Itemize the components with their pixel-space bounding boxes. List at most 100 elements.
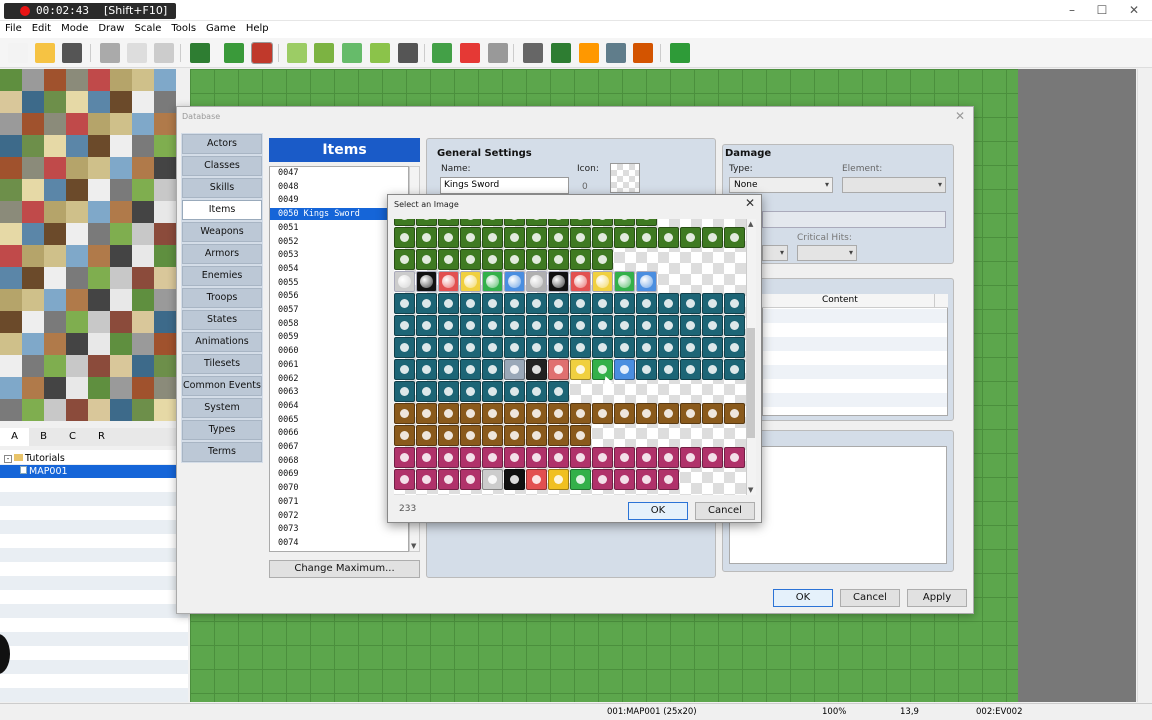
icon-grid[interactable]: [394, 219, 746, 495]
tile[interactable]: [66, 333, 88, 355]
category-animations[interactable]: Animations: [182, 332, 262, 352]
tile[interactable]: [44, 377, 66, 399]
tile[interactable]: [110, 377, 132, 399]
icon-cell[interactable]: [636, 227, 657, 248]
menu-mode[interactable]: Mode: [56, 21, 93, 38]
icon-cell[interactable]: [504, 337, 525, 358]
zoom-out-icon[interactable]: [460, 43, 480, 63]
tile[interactable]: [154, 377, 176, 399]
icon-cell[interactable]: [548, 315, 569, 336]
tile[interactable]: [44, 69, 66, 91]
tile[interactable]: [110, 245, 132, 267]
tile[interactable]: [110, 289, 132, 311]
icon-cell[interactable]: [394, 469, 415, 490]
menu-file[interactable]: File: [0, 21, 27, 38]
tile[interactable]: [154, 289, 176, 311]
item-row[interactable]: 0054: [278, 263, 398, 275]
tile[interactable]: [44, 201, 66, 223]
icon-cell[interactable]: [702, 227, 723, 248]
item-row[interactable]: 0063: [278, 386, 398, 398]
icon-cell[interactable]: [680, 403, 701, 424]
icon-cell[interactable]: [636, 469, 657, 490]
category-states[interactable]: States: [182, 310, 262, 330]
item-row[interactable]: 0056: [278, 290, 398, 302]
icon-cell[interactable]: [416, 271, 437, 292]
icon-cell[interactable]: [416, 447, 437, 468]
item-row[interactable]: 0053: [278, 249, 398, 261]
icon-cell[interactable]: [548, 219, 569, 226]
icon-cell[interactable]: [438, 447, 459, 468]
icon-cell[interactable]: [658, 293, 679, 314]
icon-cell[interactable]: [504, 227, 525, 248]
icon-cell[interactable]: [460, 315, 481, 336]
tile[interactable]: [0, 245, 22, 267]
icon-cell[interactable]: [504, 403, 525, 424]
tile[interactable]: [66, 201, 88, 223]
paste-icon[interactable]: [154, 43, 174, 63]
icon-cell[interactable]: [394, 425, 415, 446]
tile[interactable]: [44, 333, 66, 355]
icon-cell[interactable]: [548, 381, 569, 402]
icon-cell[interactable]: [724, 227, 745, 248]
icon-cell[interactable]: [548, 447, 569, 468]
icon-cell[interactable]: [548, 271, 569, 292]
maximize-button[interactable]: ☐: [1090, 2, 1114, 18]
item-row[interactable]: 0055: [278, 277, 398, 289]
tile[interactable]: [132, 333, 154, 355]
tile[interactable]: [154, 333, 176, 355]
icon-cell[interactable]: [438, 337, 459, 358]
icon-cell[interactable]: [548, 359, 569, 380]
fill-icon[interactable]: [370, 43, 390, 63]
tile[interactable]: [66, 157, 88, 179]
resource-icon[interactable]: [606, 43, 626, 63]
icon-preview[interactable]: [610, 163, 640, 193]
tile[interactable]: [110, 333, 132, 355]
tile[interactable]: [0, 311, 22, 333]
item-row[interactable]: 0058: [278, 318, 398, 330]
scrollbar-thumb[interactable]: [747, 328, 755, 438]
tile[interactable]: [88, 355, 110, 377]
icon-cell[interactable]: [680, 447, 701, 468]
element-select[interactable]: [842, 177, 946, 193]
menu-tools[interactable]: Tools: [166, 21, 201, 38]
icon-cell[interactable]: [460, 469, 481, 490]
icon-cell[interactable]: [592, 447, 613, 468]
map-mode-icon[interactable]: [224, 43, 244, 63]
close-window-button[interactable]: ✕: [1122, 2, 1146, 18]
copy-icon[interactable]: [127, 43, 147, 63]
icon-cell[interactable]: [658, 337, 679, 358]
icon-cell[interactable]: [416, 337, 437, 358]
database-icon[interactable]: [523, 43, 543, 63]
tile[interactable]: [22, 113, 44, 135]
category-types[interactable]: Types: [182, 420, 262, 440]
icon-cell[interactable]: [570, 447, 591, 468]
icon-cell[interactable]: [416, 219, 437, 226]
tile[interactable]: [66, 69, 88, 91]
icon-cell[interactable]: [658, 315, 679, 336]
tile[interactable]: [154, 311, 176, 333]
category-troops[interactable]: Troops: [182, 288, 262, 308]
tile[interactable]: [132, 399, 154, 421]
tile[interactable]: [88, 377, 110, 399]
tile[interactable]: [44, 267, 66, 289]
icon-cell[interactable]: [570, 315, 591, 336]
tile[interactable]: [110, 69, 132, 91]
category-actors[interactable]: Actors: [182, 134, 262, 154]
icon-cell[interactable]: [394, 227, 415, 248]
icon-cell[interactable]: [460, 425, 481, 446]
category-enemies[interactable]: Enemies: [182, 266, 262, 286]
icon-cell[interactable]: [482, 425, 503, 446]
menu-edit[interactable]: Edit: [27, 21, 56, 38]
tile[interactable]: [22, 201, 44, 223]
tile[interactable]: [132, 113, 154, 135]
icon-cell[interactable]: [438, 469, 459, 490]
icon-cell[interactable]: [548, 337, 569, 358]
icon-cell[interactable]: [460, 381, 481, 402]
icon-cell[interactable]: [482, 249, 503, 270]
icon-cell[interactable]: [482, 381, 503, 402]
tile[interactable]: [88, 157, 110, 179]
icon-cell[interactable]: [394, 337, 415, 358]
tile[interactable]: [22, 91, 44, 113]
icon-cell[interactable]: [482, 359, 503, 380]
tile[interactable]: [44, 223, 66, 245]
